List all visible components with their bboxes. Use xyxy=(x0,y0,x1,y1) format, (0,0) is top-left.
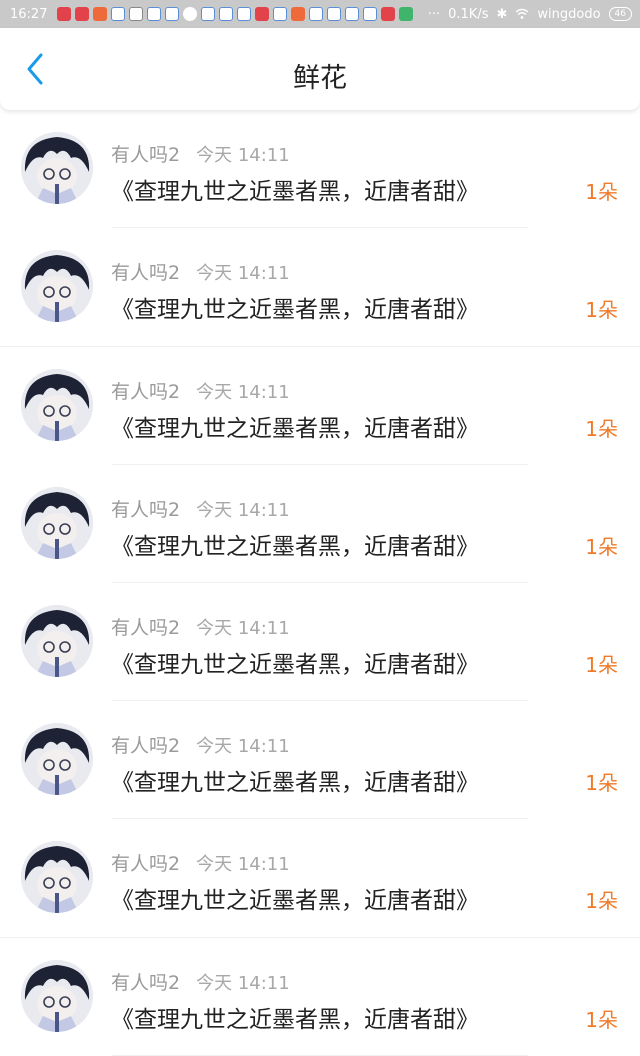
app-notification-icon xyxy=(111,7,126,21)
timestamp: 今天 14:11 xyxy=(196,973,290,994)
app-notification-icon xyxy=(129,7,144,21)
timestamp: 今天 14:11 xyxy=(196,736,290,757)
status-right: ··· 0.1K/s ✱ wingdodo 46 xyxy=(428,7,632,22)
username: 有人吗2 xyxy=(111,853,181,875)
flower-count: 1朵 xyxy=(585,653,618,677)
timestamp: 今天 14:11 xyxy=(196,145,290,166)
item-meta: 有人吗2 今天 14:11 xyxy=(111,495,290,522)
timestamp: 今天 14:11 xyxy=(196,854,290,875)
app-notification-icon xyxy=(93,7,108,21)
network-speed: 0.1K/s xyxy=(448,6,489,22)
username: 有人吗2 xyxy=(111,617,181,639)
item-meta: 有人吗2 今天 14:11 xyxy=(111,968,290,995)
avatar xyxy=(21,960,93,1032)
app-notification-icon xyxy=(309,7,324,21)
list-item[interactable]: 有人吗2 今天 14:11 《查理九世之近墨者黑，近唐者甜》 1朵 xyxy=(0,465,640,583)
app-notification-icon xyxy=(147,7,162,21)
flower-count: 1朵 xyxy=(585,889,618,913)
username: 有人吗2 xyxy=(111,972,181,994)
flower-list: 有人吗2 今天 14:11 《查理九世之近墨者黑，近唐者甜》 1朵 有人吗2 今天 … xyxy=(0,110,640,1056)
list-item[interactable]: 有人吗2 今天 14:11 《查理九世之近墨者黑，近唐者甜》 1朵 xyxy=(0,583,640,701)
app-notification-icon xyxy=(57,7,72,21)
list-item[interactable]: 有人吗2 今天 14:11 《查理九世之近墨者黑，近唐者甜》 1朵 xyxy=(0,819,640,938)
list-item[interactable]: 有人吗2 今天 14:11 《查理九世之近墨者黑，近唐者甜》 1朵 xyxy=(0,110,640,228)
avatar xyxy=(21,605,93,677)
flower-count: 1朵 xyxy=(585,180,618,204)
app-notification-icon xyxy=(75,7,90,21)
status-bar: 16:27 ··· 0.1K/s ✱ wingdodo 46 xyxy=(0,0,640,28)
username: 有人吗2 xyxy=(111,381,181,403)
avatar xyxy=(21,487,93,559)
flower-count: 1朵 xyxy=(585,535,618,559)
header: 鲜花 xyxy=(0,28,640,110)
timestamp: 今天 14:11 xyxy=(196,618,290,639)
app-notification-icon xyxy=(237,7,252,21)
list-item[interactable]: 有人吗2 今天 14:11 《查理九世之近墨者黑，近唐者甜》 1朵 xyxy=(0,347,640,465)
app-notification-icon xyxy=(327,7,342,21)
avatar xyxy=(21,369,93,441)
flower-count: 1朵 xyxy=(585,417,618,441)
list-item[interactable]: 有人吗2 今天 14:11 《查理九世之近墨者黑，近唐者甜》 1朵 xyxy=(0,228,640,347)
avatar xyxy=(21,132,93,204)
timestamp: 今天 14:11 xyxy=(196,382,290,403)
list-item[interactable]: 有人吗2 今天 14:11 《查理九世之近墨者黑，近唐者甜》 1朵 xyxy=(0,938,640,1056)
book-title: 《查理九世之近墨者黑，近唐者甜》 xyxy=(111,179,479,205)
page-title: 鲜花 xyxy=(293,63,347,94)
book-title: 《查理九世之近墨者黑，近唐者甜》 xyxy=(111,770,479,796)
item-meta: 有人吗2 今天 14:11 xyxy=(111,613,290,640)
book-title: 《查理九世之近墨者黑，近唐者甜》 xyxy=(111,1007,479,1033)
more-dots-icon: ··· xyxy=(427,6,441,22)
item-meta: 有人吗2 今天 14:11 xyxy=(111,731,290,758)
timestamp: 今天 14:11 xyxy=(196,500,290,521)
username: 有人吗2 xyxy=(111,144,181,166)
flower-count: 1朵 xyxy=(585,1008,618,1032)
avatar xyxy=(21,841,93,913)
app-notification-icon xyxy=(273,7,288,21)
item-meta: 有人吗2 今天 14:11 xyxy=(111,377,290,404)
book-title: 《查理九世之近墨者黑，近唐者甜》 xyxy=(111,652,479,678)
item-meta: 有人吗2 今天 14:11 xyxy=(111,849,290,876)
flower-count: 1朵 xyxy=(585,771,618,795)
battery-indicator: 46 xyxy=(608,7,632,21)
notification-icons xyxy=(57,7,414,21)
list-item[interactable]: 有人吗2 今天 14:11 《查理九世之近墨者黑，近唐者甜》 1朵 xyxy=(0,701,640,819)
app-notification-icon xyxy=(165,7,180,21)
avatar xyxy=(21,250,93,322)
book-title: 《查理九世之近墨者黑，近唐者甜》 xyxy=(111,534,479,560)
book-title: 《查理九世之近墨者黑，近唐者甜》 xyxy=(111,297,479,323)
app-notification-icon xyxy=(201,7,216,21)
app-notification-icon xyxy=(291,7,306,21)
item-meta: 有人吗2 今天 14:11 xyxy=(111,140,290,167)
book-title: 《查理九世之近墨者黑，近唐者甜》 xyxy=(111,416,479,442)
avatar xyxy=(21,723,93,795)
app-notification-icon xyxy=(345,7,360,21)
wifi-name: wingdodo xyxy=(537,6,601,22)
weather-cloud-icon xyxy=(183,7,198,21)
username: 有人吗2 xyxy=(111,499,181,521)
timestamp: 今天 14:11 xyxy=(196,263,290,284)
app-notification-icon xyxy=(399,7,414,21)
username: 有人吗2 xyxy=(111,735,181,757)
app-notification-icon xyxy=(219,7,234,21)
wifi-icon xyxy=(515,8,529,19)
app-notification-icon xyxy=(381,7,396,21)
app-notification-icon xyxy=(255,7,270,21)
book-title: 《查理九世之近墨者黑，近唐者甜》 xyxy=(111,888,479,914)
item-meta: 有人吗2 今天 14:11 xyxy=(111,258,290,285)
status-time: 16:27 xyxy=(10,6,48,22)
app-notification-icon xyxy=(363,7,378,21)
username: 有人吗2 xyxy=(111,262,181,284)
flower-count: 1朵 xyxy=(585,298,618,322)
bluetooth-icon: ✱ xyxy=(496,6,508,22)
